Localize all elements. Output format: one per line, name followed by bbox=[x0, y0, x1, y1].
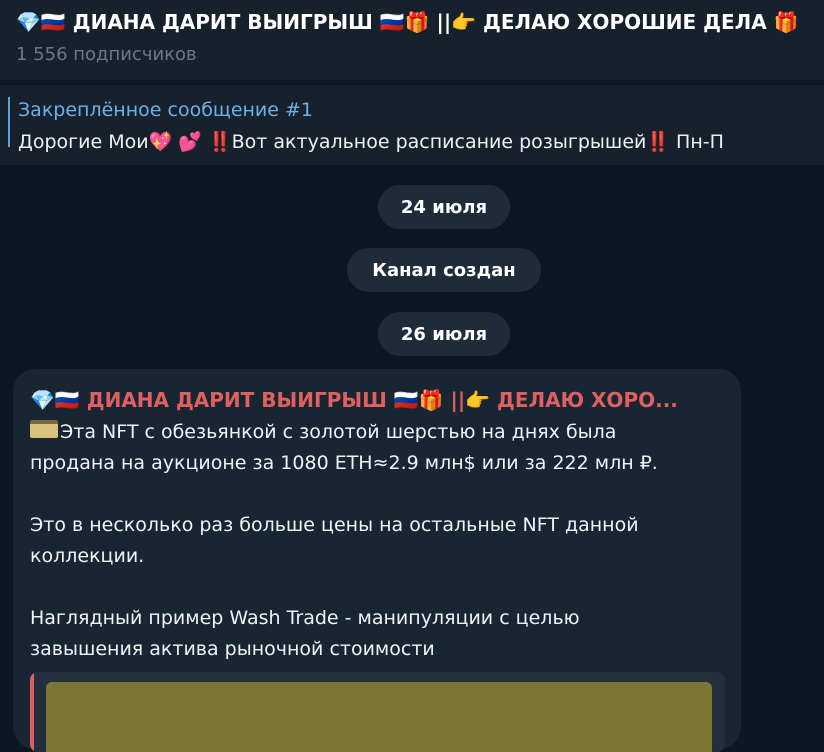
message-text-line: Это в несколько раз больше цены на остал… bbox=[30, 514, 639, 536]
credit-card-icon bbox=[30, 420, 58, 438]
link-preview[interactable] bbox=[30, 672, 725, 752]
message-text-line: Наглядный пример Wash Trade - манипуляци… bbox=[30, 607, 580, 629]
pinned-message-title[interactable]: Закреплённое сообщение #1 bbox=[18, 96, 313, 124]
pinned-indicator bbox=[8, 97, 10, 147]
message-author[interactable]: 💎🇷🇺 ДИАНА ДАРИТ ВЫИГРЫШ 🇷🇺🎁 ||👉 ДЕЛАЮ ХО… bbox=[30, 385, 730, 415]
date-separator: 26 июля bbox=[378, 312, 510, 356]
message-text-line: продана на аукционе за 1080 ETH≈2.9 млн$… bbox=[30, 452, 658, 474]
message-text-line: завышения актива рыночной стоимости bbox=[30, 638, 435, 660]
message-text: Эта NFT с обезьянкой с золотой шерстью н… bbox=[60, 421, 617, 443]
message-text-line: коллекции. bbox=[30, 545, 145, 567]
channel-title[interactable]: 💎🇷🇺 ДИАНА ДАРИТ ВЫИГРЫШ 🇷🇺🎁 ||👉 ДЕЛАЮ ХО… bbox=[16, 7, 824, 37]
pinned-message-text[interactable]: Дорогие Мои💖 💕 ‼️Вот актуальное расписан… bbox=[18, 128, 824, 156]
service-message: Канал создан bbox=[347, 248, 541, 292]
subscriber-count: 1 556 подписчиков bbox=[16, 44, 197, 65]
preview-accent-bar bbox=[30, 672, 34, 752]
date-separator: 24 июля bbox=[378, 185, 510, 229]
preview-image[interactable] bbox=[46, 682, 712, 752]
message-text-line: Эта NFT с обезьянкой с золотой шерстью н… bbox=[30, 417, 720, 448]
